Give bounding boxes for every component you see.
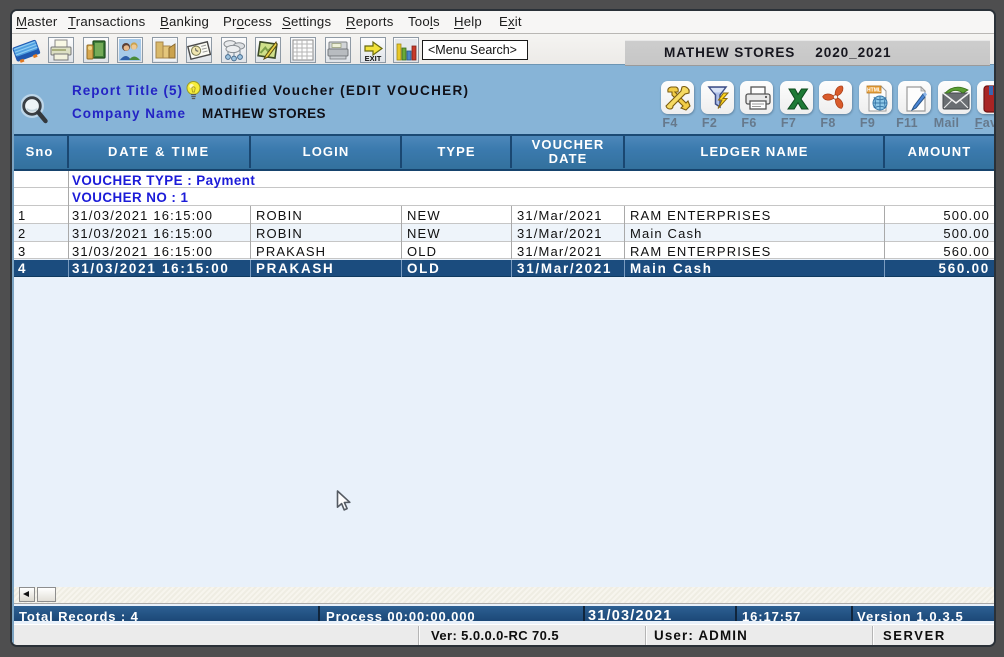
svg-text:EXIT: EXIT	[365, 54, 382, 62]
svg-text:HTML: HTML	[867, 88, 881, 94]
